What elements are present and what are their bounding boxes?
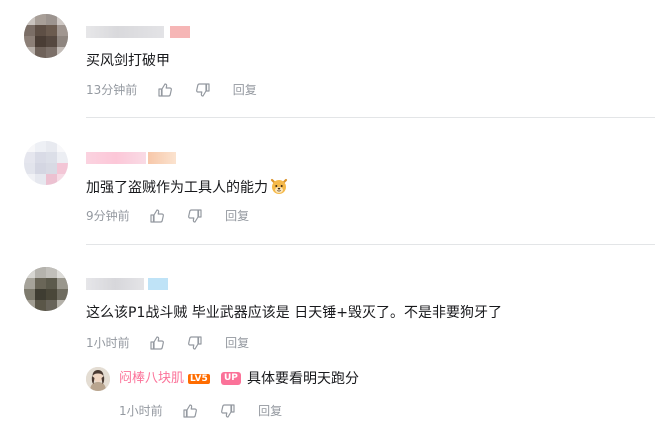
- comment-text: 这么该P1战斗贼 毕业武器应该是 日天锤+毁灭了。不是非要狗牙了: [86, 305, 502, 321]
- thumbs-down-icon[interactable]: [187, 335, 205, 351]
- sub-reply-meta: 1小时前 回复: [119, 402, 282, 418]
- comment-time: 1小时前: [86, 335, 130, 350]
- avatar[interactable]: [24, 14, 68, 58]
- thumbs-down-icon[interactable]: [220, 403, 238, 419]
- reply-button[interactable]: 回复: [258, 403, 282, 419]
- thumbs-up-icon[interactable]: [182, 403, 200, 419]
- comment-meta: 9分钟前 回复: [86, 207, 249, 223]
- comment-text-content: 加强了盗贼作为工具人的能力: [86, 180, 268, 196]
- comment-item: 买风剑打破甲 13分钟前 回复: [0, 0, 655, 118]
- thumbs-down-icon[interactable]: [195, 82, 213, 98]
- thumbs-up-icon[interactable]: [149, 208, 167, 224]
- level-badge: LV5: [188, 374, 210, 384]
- username-blurred[interactable]: [86, 278, 176, 290]
- thumbs-down-icon[interactable]: [187, 208, 205, 224]
- sub-reply-username[interactable]: 闷棒八块肌: [119, 369, 184, 389]
- up-badge: UP: [221, 372, 241, 385]
- reply-button[interactable]: 回复: [233, 82, 257, 98]
- sub-reply-text: 具体要看明天跑分: [247, 371, 359, 387]
- thumbs-up-icon[interactable]: [149, 335, 167, 351]
- comment-text: 买风剑打破甲: [86, 53, 170, 69]
- sub-reply-time: 1小时前: [119, 403, 163, 418]
- reply-button[interactable]: 回复: [225, 208, 249, 224]
- comment-item: 这么该P1战斗贼 毕业武器应该是 日天锤+毁灭了。不是非要狗牙了 1小时前 回复…: [0, 245, 655, 426]
- comment-time: 9分钟前: [86, 208, 130, 223]
- sub-reply-avatar[interactable]: [86, 367, 110, 391]
- comment-text: 加强了盗贼作为工具人的能力: [86, 177, 288, 198]
- username-blurred[interactable]: [86, 26, 196, 38]
- username-blurred[interactable]: [86, 152, 186, 164]
- comment-item: 加强了盗贼作为工具人的能力 9分钟前 回复: [0, 118, 655, 245]
- dog-face-emoji-icon: [270, 177, 288, 195]
- avatar[interactable]: [24, 141, 68, 185]
- comment-meta: 1小时前 回复: [86, 334, 249, 350]
- reply-button[interactable]: 回复: [225, 335, 249, 351]
- thumbs-up-icon[interactable]: [157, 82, 175, 98]
- comment-meta: 13分钟前 回复: [86, 81, 257, 97]
- avatar[interactable]: [24, 267, 68, 311]
- comment-time: 13分钟前: [86, 82, 138, 97]
